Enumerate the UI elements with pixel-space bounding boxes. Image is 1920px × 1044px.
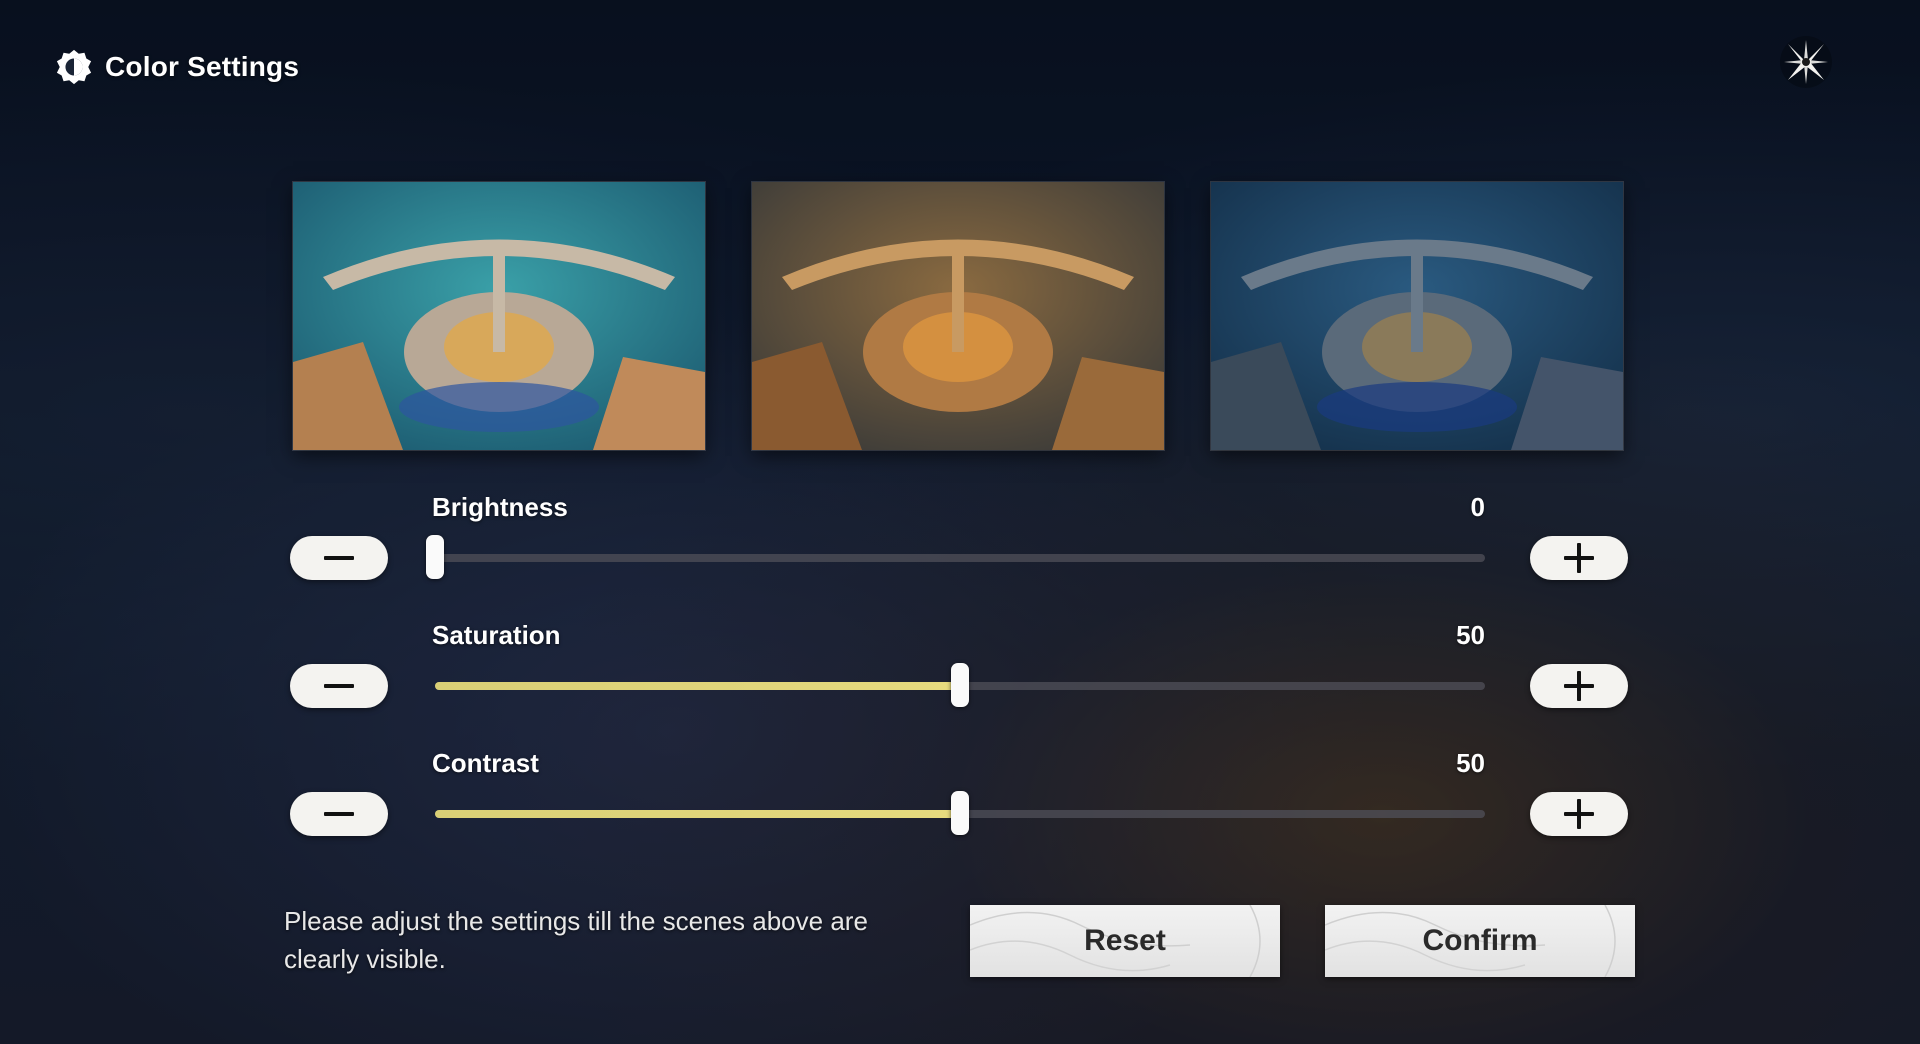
contrast-value: 50 xyxy=(1456,748,1485,778)
preview-warm xyxy=(752,182,1164,450)
saturation-slider-row: Saturation 50 xyxy=(290,620,1628,740)
plus-icon xyxy=(1564,543,1594,573)
reset-label: Reset xyxy=(1084,924,1166,957)
saturation-thumb[interactable] xyxy=(951,663,969,707)
confirm-button[interactable]: Confirm xyxy=(1325,905,1635,977)
instruction-text: Please adjust the settings till the scen… xyxy=(284,906,868,974)
header: Color Settings xyxy=(55,48,299,86)
contrast-decrease-button[interactable] xyxy=(290,792,388,836)
preview-normal xyxy=(293,182,705,450)
confirm-label: Confirm xyxy=(1422,924,1538,957)
saturation-label: Saturation xyxy=(432,620,561,650)
page-title: Color Settings xyxy=(105,51,300,82)
contrast-slider-row: Contrast 50 xyxy=(290,748,1628,868)
contrast-thumb[interactable] xyxy=(951,791,969,835)
minus-icon xyxy=(324,543,354,573)
sun-gear-icon xyxy=(56,49,92,85)
contrast-fill xyxy=(435,810,960,818)
reset-button[interactable]: Reset xyxy=(970,905,1280,977)
saturation-track[interactable] xyxy=(435,663,1485,707)
contrast-label: Contrast xyxy=(432,748,539,778)
preview-gallery xyxy=(293,182,1623,450)
contrast-track[interactable] xyxy=(435,791,1485,835)
contrast-increase-button[interactable] xyxy=(1530,792,1628,836)
saturation-value: 50 xyxy=(1456,620,1485,650)
plus-icon xyxy=(1564,799,1594,829)
close-star-icon xyxy=(1780,36,1832,88)
saturation-decrease-button[interactable] xyxy=(290,664,388,708)
close-button[interactable] xyxy=(1776,32,1836,92)
minus-icon xyxy=(324,671,354,701)
brightness-decrease-button[interactable] xyxy=(290,536,388,580)
brightness-slider-row: Brightness 0 xyxy=(290,492,1628,612)
saturation-increase-button[interactable] xyxy=(1530,664,1628,708)
plus-icon xyxy=(1564,671,1594,701)
minus-icon xyxy=(324,799,354,829)
brightness-thumb[interactable] xyxy=(426,535,444,579)
brightness-label: Brightness xyxy=(432,492,568,522)
brightness-track[interactable] xyxy=(426,535,1485,579)
preview-dark xyxy=(1211,182,1623,450)
brightness-value: 0 xyxy=(1470,492,1485,522)
brightness-increase-button[interactable] xyxy=(1530,536,1628,580)
saturation-fill xyxy=(435,682,960,690)
